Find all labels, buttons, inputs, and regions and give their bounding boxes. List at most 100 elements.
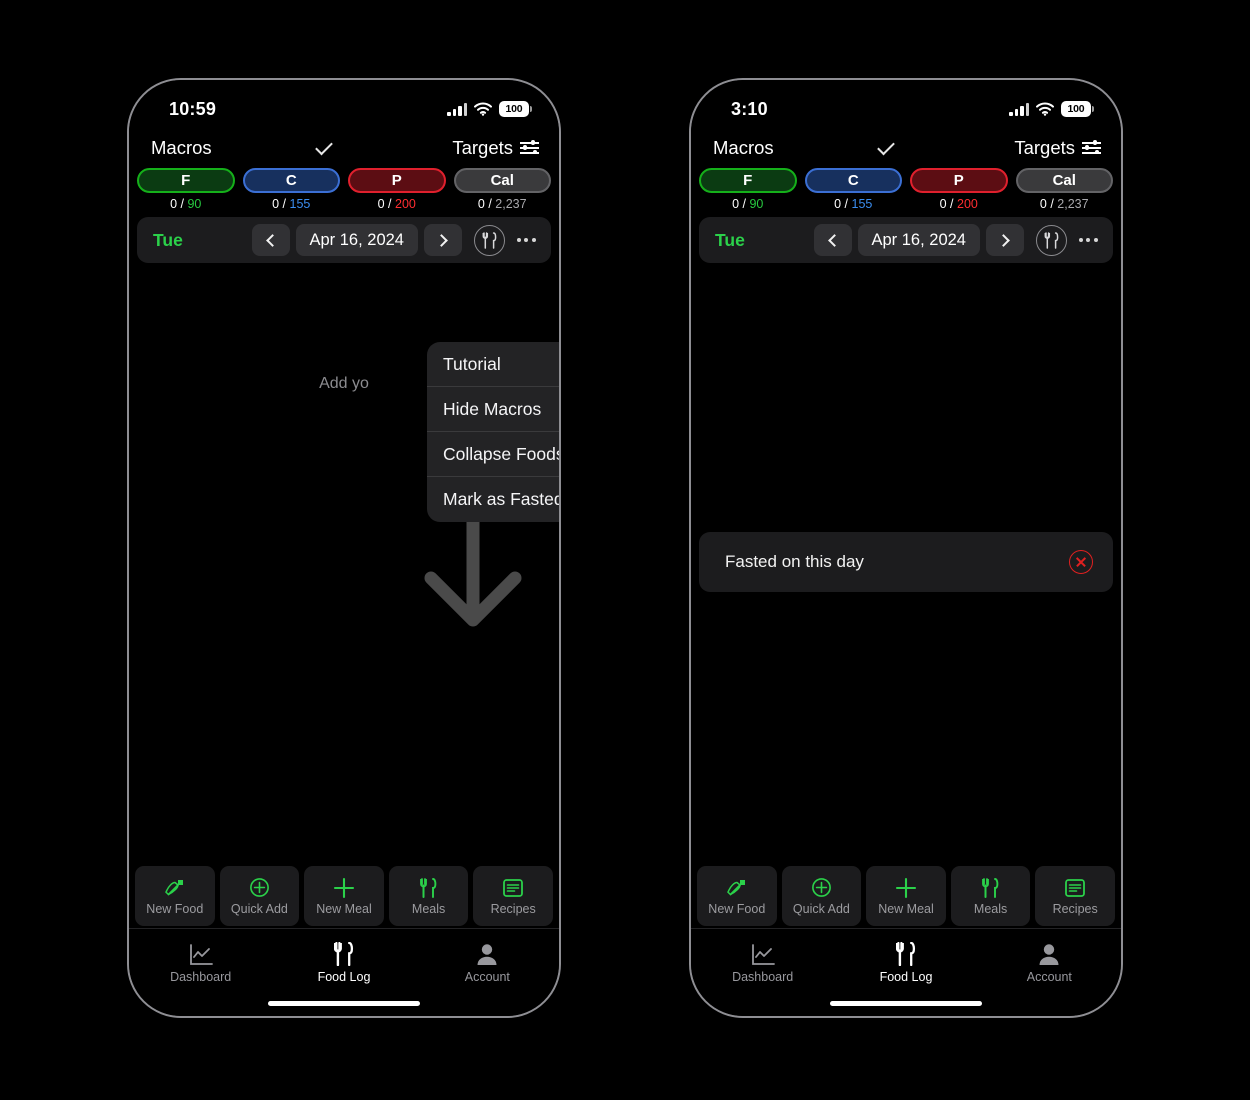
- tab-account[interactable]: Account: [978, 940, 1121, 984]
- person-icon: [1038, 940, 1060, 966]
- macro-value-c: 0 / 155: [272, 197, 311, 211]
- chart-line-icon: [751, 940, 775, 966]
- screenshot-canvas: 10:59 100 Macros Targets F 0 / 90 C 0 / …: [0, 0, 1250, 1100]
- status-bar: 10:59 100: [129, 80, 559, 128]
- phone-screen-left: 10:59 100 Macros Targets F 0 / 90 C 0 / …: [129, 80, 559, 1016]
- battery-icon: 100: [499, 101, 532, 117]
- quick-action-label: New Meal: [878, 901, 934, 916]
- fasted-day-row: Fasted on this day: [699, 532, 1113, 592]
- targets-button[interactable]: Targets: [452, 137, 539, 159]
- tab-food-log[interactable]: Food Log: [272, 940, 415, 984]
- meal-filter-button[interactable]: [474, 224, 505, 256]
- more-options-button[interactable]: [509, 225, 543, 255]
- macro-pill-cal[interactable]: Cal 0 / 2,237: [1015, 168, 1113, 211]
- menu-item-mark-as-fasted[interactable]: Mark as Fasted: [427, 477, 559, 522]
- person-icon: [476, 940, 498, 966]
- tab-dashboard[interactable]: Dashboard: [691, 940, 834, 984]
- previous-day-button[interactable]: [813, 224, 852, 256]
- tab-bar: Dashboard Food Log Account: [691, 928, 1121, 994]
- chart-line-icon: [189, 940, 213, 966]
- quick-action-label: Meals: [411, 901, 446, 916]
- quick-action-label: Recipes: [1052, 901, 1098, 916]
- quick-action-quick-add[interactable]: Quick Add: [219, 866, 300, 926]
- chevron-down-icon: [315, 137, 333, 155]
- home-indicator[interactable]: [268, 1000, 420, 1006]
- macro-pill-p[interactable]: P 0 / 200: [348, 168, 446, 211]
- quick-action-label: Quick Add: [230, 901, 288, 916]
- macros-title: Macros: [151, 137, 212, 158]
- targets-button[interactable]: Targets: [1014, 137, 1101, 159]
- macro-pill-f[interactable]: F 0 / 90: [699, 168, 797, 211]
- x-circle-icon[interactable]: [1069, 550, 1093, 574]
- macro-value-f: 0 / 90: [732, 197, 764, 211]
- carrot-icon: [727, 877, 747, 899]
- macros-expand-button[interactable]: [212, 137, 453, 155]
- chevron-right-icon: [997, 233, 1010, 247]
- context-menu: Tutorial i Hide Macros Collapse Foods Ma…: [427, 342, 559, 522]
- chevron-down-icon: [877, 137, 895, 155]
- next-day-button[interactable]: [424, 224, 462, 256]
- home-indicator[interactable]: [830, 1000, 982, 1006]
- quick-action-recipes[interactable]: Recipes: [473, 866, 553, 926]
- quick-action-label: New Food: [708, 901, 766, 916]
- tab-food-log[interactable]: Food Log: [834, 940, 977, 984]
- quick-action-new-food[interactable]: New Food: [135, 866, 215, 926]
- weekday-label: Tue: [715, 229, 745, 250]
- quick-action-new-meal[interactable]: New Meal: [304, 866, 384, 926]
- phone-mockup-right: 3:10 100 Macros Targets F 0 / 90 C 0 / 1…: [689, 78, 1123, 1018]
- menu-item-collapse-foods[interactable]: Collapse Foods: [427, 432, 559, 477]
- macros-title: Macros: [713, 137, 774, 158]
- weekday-label: Tue: [153, 229, 183, 250]
- quick-action-new-meal[interactable]: New Meal: [866, 866, 946, 926]
- recipe-list-icon: [503, 877, 524, 899]
- menu-item-tutorial[interactable]: Tutorial i: [427, 342, 559, 387]
- macro-pill-c[interactable]: C 0 / 155: [804, 168, 902, 211]
- macro-pill-c[interactable]: C 0 / 155: [242, 168, 340, 211]
- tab-label: Food Log: [317, 969, 371, 984]
- macro-pill-label-cal: Cal: [453, 168, 551, 193]
- macro-pill-cal[interactable]: Cal 0 / 2,237: [453, 168, 551, 211]
- tab-label: Dashboard: [732, 969, 794, 984]
- tab-label: Account: [1026, 969, 1072, 984]
- next-day-button[interactable]: [986, 224, 1024, 256]
- targets-label: Targets: [1014, 137, 1075, 158]
- tab-dashboard[interactable]: Dashboard: [129, 940, 272, 984]
- macros-expand-button[interactable]: [774, 137, 1015, 155]
- macro-value-c: 0 / 155: [834, 197, 873, 211]
- quick-action-new-food[interactable]: New Food: [697, 866, 777, 926]
- quick-action-recipes[interactable]: Recipes: [1035, 866, 1115, 926]
- quick-action-toolbar: New Food Quick Add New Meal Meals Recipe…: [691, 866, 1121, 926]
- date-button[interactable]: Apr 16, 2024: [295, 224, 418, 256]
- plus-circle-icon: [249, 877, 270, 899]
- tab-account[interactable]: Account: [416, 940, 559, 984]
- macro-pill-label-p: P: [910, 168, 1008, 193]
- quick-action-quick-add[interactable]: Quick Add: [781, 866, 862, 926]
- menu-item-hide-macros[interactable]: Hide Macros: [427, 387, 559, 432]
- menu-item-label: Mark as Fasted: [443, 489, 559, 509]
- macro-value-p: 0 / 200: [939, 197, 978, 211]
- battery-icon: 100: [1061, 101, 1094, 117]
- fork-knife-circle-icon: [1044, 231, 1059, 249]
- sliders-icon: [520, 140, 539, 156]
- tab-bar: Dashboard Food Log Account: [129, 928, 559, 994]
- macros-header: Macros Targets: [129, 128, 559, 168]
- macro-pills: F 0 / 90 C 0 / 155 P 0 / 200 Cal 0 / 2,2…: [691, 168, 1121, 211]
- ellipsis-icon: [516, 238, 521, 242]
- macro-pill-f[interactable]: F 0 / 90: [137, 168, 235, 211]
- date-button[interactable]: Apr 16, 2024: [857, 224, 980, 256]
- carrot-icon: [165, 877, 185, 899]
- wifi-icon: [474, 102, 492, 116]
- annotation-arrow-icon: [424, 516, 522, 627]
- macro-pill-p[interactable]: P 0 / 200: [910, 168, 1008, 211]
- fork-knife-icon: [333, 940, 354, 966]
- previous-day-button[interactable]: [251, 224, 290, 256]
- plus-icon: [333, 877, 355, 899]
- quick-action-meals[interactable]: Meals: [388, 866, 469, 926]
- more-options-button[interactable]: [1071, 225, 1105, 255]
- macro-value-cal: 0 / 2,237: [477, 197, 527, 211]
- quick-action-meals[interactable]: Meals: [950, 866, 1031, 926]
- fork-knife-icon: [982, 877, 999, 899]
- quick-action-label: Quick Add: [792, 901, 850, 916]
- menu-item-label: Tutorial: [443, 353, 501, 374]
- meal-filter-button[interactable]: [1036, 224, 1067, 256]
